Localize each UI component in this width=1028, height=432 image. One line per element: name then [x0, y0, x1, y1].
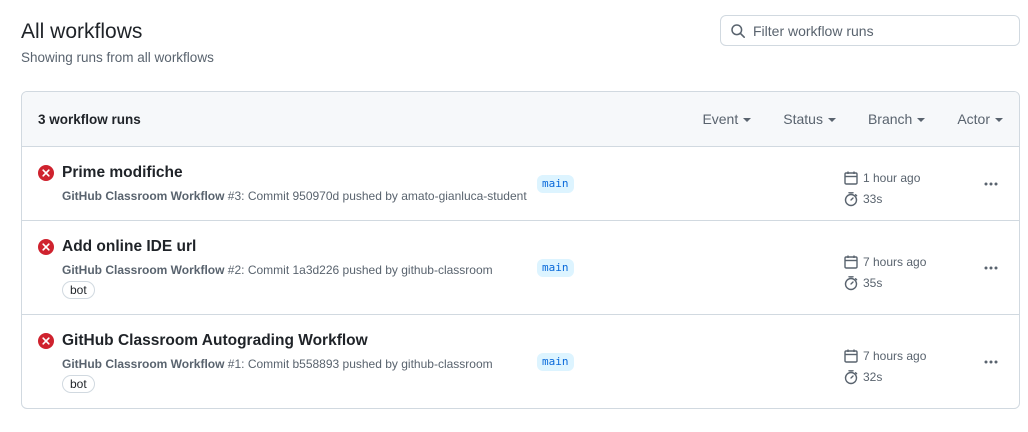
stopwatch-icon [844, 191, 858, 206]
workflow-run-row: GitHub Classroom Autograding Workflow Gi… [22, 315, 1019, 408]
event-filter-label: Event [702, 111, 739, 127]
workflow-runs-list: 3 workflow runs Event Status Branch Acto… [21, 91, 1020, 409]
run-duration: 33s [863, 191, 883, 206]
actor-filter-menu[interactable]: Actor [941, 111, 1019, 127]
calendar-icon [844, 171, 858, 185]
event-filter-menu[interactable]: Event [686, 111, 767, 127]
workflow-run-row: Prime modifiche GitHub Classroom Workflo… [22, 147, 1019, 221]
run-meta: GitHub Classroom Workflow #3: Commit 950… [62, 189, 527, 203]
search-input[interactable] [753, 17, 1013, 44]
branch-label[interactable]: main [537, 259, 574, 277]
branch-filter-menu[interactable]: Branch [852, 111, 941, 127]
x-circle-fill-icon [38, 239, 54, 255]
kebab-horizontal-icon [984, 182, 998, 186]
kebab-horizontal-icon [984, 266, 998, 270]
caret-down-icon [995, 118, 1003, 122]
runs-list-header: 3 workflow runs Event Status Branch Acto… [22, 92, 1019, 147]
workflow-name: GitHub Classroom Workflow [62, 263, 225, 277]
run-count: 3 workflow runs [38, 112, 141, 127]
status-filter-menu[interactable]: Status [767, 111, 852, 127]
run-duration: 32s [863, 369, 883, 384]
caret-down-icon [743, 118, 752, 122]
run-actions-button[interactable] [977, 172, 1005, 196]
run-timing: 1 hour ago 33s [843, 167, 920, 209]
x-circle-fill-icon [38, 333, 54, 349]
calendar-icon [844, 255, 858, 269]
run-time-ago: 1 hour ago [863, 170, 921, 185]
filter-workflow-runs[interactable] [720, 15, 1020, 46]
run-title-link[interactable]: GitHub Classroom Autograding Workflow [62, 332, 368, 350]
status-filter-label: Status [783, 111, 823, 127]
run-actions-button[interactable] [977, 256, 1005, 280]
run-timing: 7 hours ago 35s [843, 251, 926, 293]
page-subtitle: Showing runs from all workflows [21, 50, 214, 65]
workflow-name: GitHub Classroom Workflow [62, 357, 225, 371]
branch-filter-label: Branch [867, 111, 913, 127]
caret-down-icon [917, 118, 926, 122]
run-title-link[interactable]: Prime modifiche [62, 164, 183, 182]
page-title: All workflows [21, 20, 143, 43]
stopwatch-icon [844, 275, 858, 290]
caret-down-icon [827, 118, 836, 122]
workflow-name: GitHub Classroom Workflow [62, 189, 225, 203]
run-timing: 7 hours ago 32s [843, 345, 926, 387]
bot-badge: bot [62, 375, 95, 393]
run-meta: GitHub Classroom Workflow #2: Commit 1a3… [62, 263, 493, 277]
run-detail: #3: Commit 950970d pushed by amato-gianl… [224, 189, 527, 203]
workflow-run-row: Add online IDE url GitHub Classroom Work… [22, 221, 1019, 315]
runs-filters: Event Status Branch Actor [686, 111, 1019, 127]
stopwatch-icon [844, 369, 858, 384]
bot-badge: bot [62, 281, 95, 299]
branch-label[interactable]: main [537, 353, 574, 371]
search-icon [731, 24, 745, 38]
run-detail: #2: Commit 1a3d226 pushed by github-clas… [224, 263, 493, 277]
branch-label[interactable]: main [537, 175, 574, 193]
run-time-ago: 7 hours ago [863, 348, 927, 363]
run-meta: GitHub Classroom Workflow #1: Commit b55… [62, 357, 493, 371]
run-actions-button[interactable] [977, 350, 1005, 374]
x-circle-fill-icon [38, 165, 54, 181]
kebab-horizontal-icon [984, 360, 998, 364]
actor-filter-label: Actor [957, 111, 990, 127]
run-title-link[interactable]: Add online IDE url [62, 238, 196, 256]
run-detail: #1: Commit b558893 pushed by github-clas… [224, 357, 493, 371]
calendar-icon [844, 349, 858, 363]
run-time-ago: 7 hours ago [863, 254, 927, 269]
run-duration: 35s [863, 275, 883, 290]
